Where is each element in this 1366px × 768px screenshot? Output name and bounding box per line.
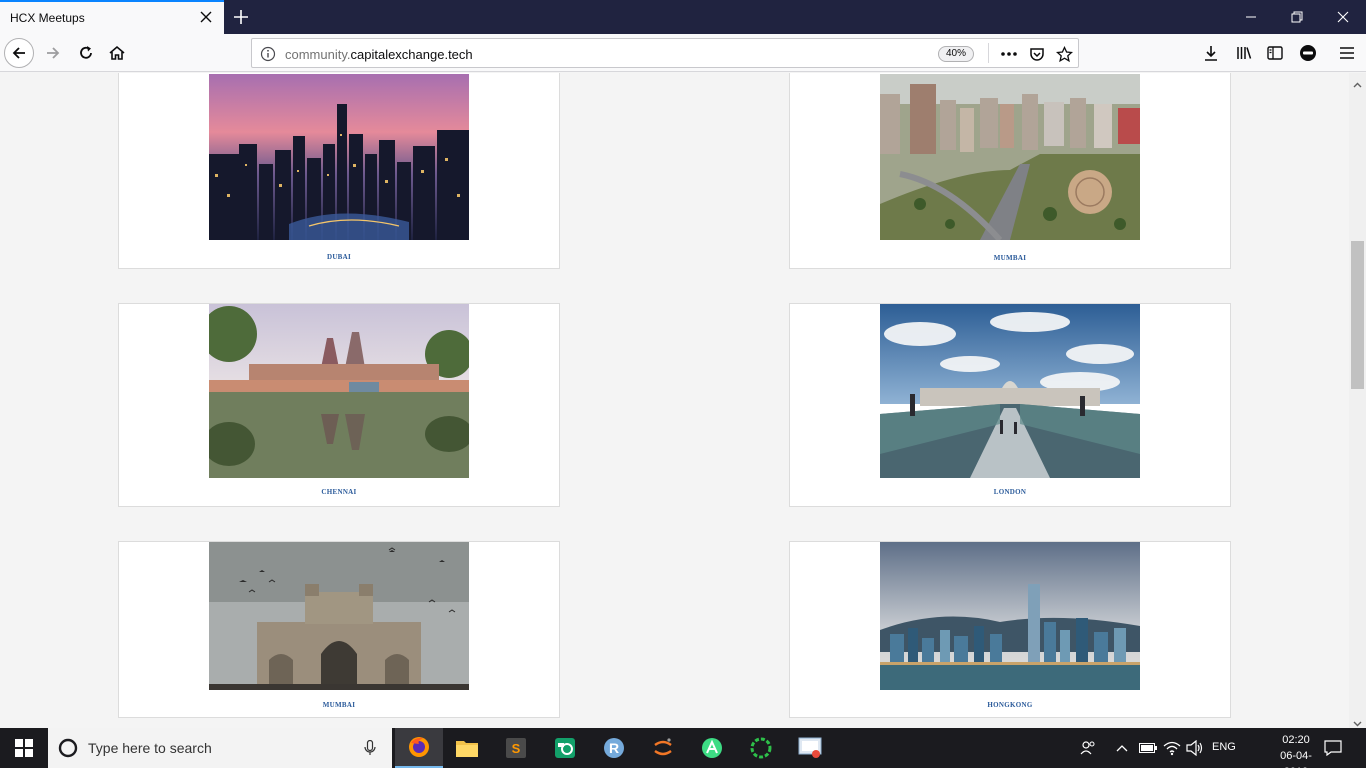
- browser-title-bar: HCX Meetups: [0, 0, 1366, 34]
- taskbar-android-studio-icon[interactable]: [688, 728, 736, 768]
- url-prefix: community.: [285, 47, 351, 62]
- windows-logo-icon: [15, 739, 33, 757]
- taskbar-spinner-app-icon[interactable]: [737, 728, 785, 768]
- clock-date: 06-04-2019: [1280, 750, 1312, 768]
- clock-time: 02:20: [1282, 734, 1310, 746]
- meetup-card-london[interactable]: LONDON: [789, 303, 1231, 507]
- windows-taskbar: Type here to search S R ENG 02:20 06-04-: [0, 728, 1366, 768]
- navigation-toolbar: community.capitalexchange.tech 40%: [0, 34, 1366, 72]
- battery-icon[interactable]: [1138, 738, 1158, 758]
- dubai-skyline-image: [209, 74, 469, 240]
- site-info-icon[interactable]: [260, 46, 276, 62]
- address-bar[interactable]: community.capitalexchange.tech 40%: [251, 38, 1079, 68]
- taskbar-search-box[interactable]: Type here to search: [48, 728, 392, 768]
- taskbar-file-explorer-icon[interactable]: [443, 728, 491, 768]
- london-bridge-image: [880, 304, 1140, 478]
- home-icon: [109, 45, 125, 60]
- taskbar-snipping-tool-icon[interactable]: [786, 728, 834, 768]
- microphone-icon[interactable]: [364, 740, 376, 756]
- card-label-london[interactable]: LONDON: [790, 488, 1230, 496]
- chennai-temple-image: [209, 304, 469, 478]
- close-window-icon[interactable]: [1320, 0, 1366, 34]
- meetup-card-chennai[interactable]: CHENNAI: [118, 303, 560, 507]
- tab-title: HCX Meetups: [10, 11, 85, 25]
- reload-icon: [80, 46, 92, 59]
- bookmark-star-icon[interactable]: [1054, 44, 1074, 64]
- wifi-icon[interactable]: [1162, 738, 1182, 758]
- meetup-card-mumbai[interactable]: MUMBAI: [789, 73, 1231, 269]
- notifications-icon[interactable]: [1323, 738, 1343, 758]
- volume-icon[interactable]: [1185, 738, 1205, 758]
- url-domain: capitalexchange.tech: [350, 47, 473, 62]
- card-label-mumbai-gateway[interactable]: MUMBAI: [119, 701, 559, 709]
- card-label-mumbai[interactable]: MUMBAI: [790, 254, 1230, 262]
- mumbai-aerial-image: [880, 74, 1140, 240]
- card-label-dubai[interactable]: DUBAI: [119, 253, 559, 261]
- hamburger-menu-icon[interactable]: [1336, 42, 1358, 64]
- scroll-thumb[interactable]: [1351, 241, 1364, 389]
- meetup-card-hongkong[interactable]: HONGKONG: [789, 541, 1231, 718]
- taskbar-jupyter-icon[interactable]: [639, 728, 687, 768]
- taskbar-firefox-icon[interactable]: [395, 728, 443, 768]
- start-button[interactable]: [0, 728, 48, 768]
- downloads-icon[interactable]: [1200, 42, 1222, 64]
- gateway-of-india-image: [209, 542, 469, 690]
- meetup-card-dubai[interactable]: DUBAI: [118, 73, 560, 269]
- taskbar-r-studio-icon[interactable]: R: [590, 728, 638, 768]
- language-indicator[interactable]: ENG: [1212, 741, 1236, 753]
- taskbar-gitkraken-icon[interactable]: [541, 728, 589, 768]
- back-button[interactable]: [4, 38, 34, 68]
- show-hidden-icons-chevron-up-icon[interactable]: [1112, 738, 1132, 758]
- url-text[interactable]: community.capitalexchange.tech: [285, 47, 473, 62]
- tab-close-icon[interactable]: [198, 9, 214, 25]
- hongkong-skyline-image: [880, 542, 1140, 690]
- pocket-icon[interactable]: [1027, 44, 1047, 64]
- zoom-level-badge[interactable]: 40%: [938, 46, 975, 62]
- card-label-hongkong[interactable]: HONGKONG: [790, 701, 1230, 709]
- scroll-up-icon[interactable]: [1353, 77, 1362, 88]
- url-separator: [988, 43, 989, 63]
- new-tab-icon[interactable]: [231, 7, 251, 27]
- forward-button[interactable]: [38, 38, 68, 68]
- svg-text:R: R: [609, 740, 619, 756]
- sidebar-icon[interactable]: [1264, 42, 1286, 64]
- page-content: DUBAI MUMBAI CHENNAI LONDON MUMBAI HONGK…: [0, 73, 1349, 728]
- home-button[interactable]: [102, 38, 132, 68]
- page-actions-icon[interactable]: [999, 44, 1019, 64]
- card-label-chennai[interactable]: CHENNAI: [119, 488, 559, 496]
- scroll-down-icon[interactable]: [1353, 715, 1362, 727]
- reload-button[interactable]: [71, 38, 101, 68]
- page-scrollbar[interactable]: [1349, 73, 1366, 728]
- taskbar-clock[interactable]: 02:20 06-04-2019: [1270, 732, 1322, 768]
- library-icon[interactable]: [1233, 42, 1255, 64]
- svg-text:S: S: [512, 741, 521, 756]
- cortana-circle-icon: [58, 738, 78, 758]
- search-placeholder: Type here to search: [88, 740, 212, 756]
- taskbar-sublime-text-icon[interactable]: S: [492, 728, 540, 768]
- meetup-card-mumbai-gateway[interactable]: MUMBAI: [118, 541, 560, 718]
- forward-arrow-icon: [47, 47, 60, 59]
- people-icon[interactable]: [1078, 738, 1098, 758]
- restore-icon[interactable]: [1274, 0, 1320, 34]
- minimize-icon[interactable]: [1228, 0, 1274, 34]
- back-arrow-icon: [12, 47, 25, 59]
- extension-icon[interactable]: [1297, 42, 1319, 64]
- tab-hcx-meetups[interactable]: HCX Meetups: [0, 0, 224, 34]
